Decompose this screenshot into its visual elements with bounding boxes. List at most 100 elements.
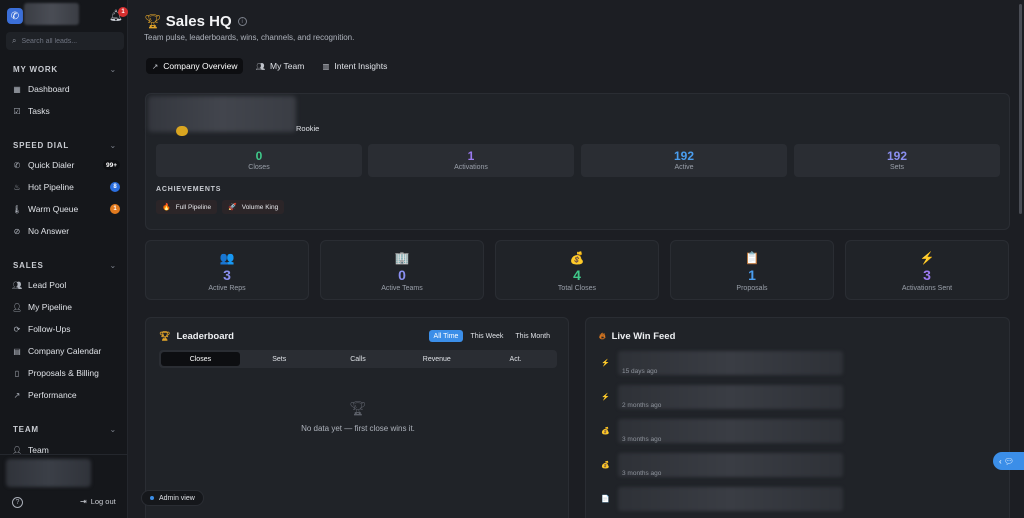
logout-button[interactable]: ⇥ Log out xyxy=(80,497,116,506)
thermometer-icon: 🌡︎ xyxy=(12,204,23,214)
current-user-blurred[interactable] xyxy=(6,459,91,487)
refresh-icon: ⟳ xyxy=(13,324,21,334)
metric-label: Activations Sent xyxy=(901,285,953,292)
phone-off-icon: ⊘ xyxy=(13,226,21,236)
sidebar-item-label: Company Calendar xyxy=(28,346,102,356)
sidebar-item-label: My Pipeline xyxy=(28,302,72,312)
calendar-icon: ▤ xyxy=(13,346,21,356)
stat-closes: 0 Closes xyxy=(156,144,362,177)
page-header: 🏆︎ Sales HQ i xyxy=(144,13,247,30)
logout-icon: ⇥ xyxy=(80,497,87,506)
metric-label: Active Teams xyxy=(381,285,423,292)
sidebar-item-team[interactable]: 👤︎ Team xyxy=(12,442,120,458)
metric-value: 3 xyxy=(223,267,231,283)
feed-title: Live Win Feed xyxy=(611,331,676,342)
sidebar-header: ✆ 🔔︎ 1 xyxy=(6,3,128,27)
page-title: Sales HQ xyxy=(165,13,232,30)
sidebar-item-follow-ups[interactable]: ⟳ Follow-Ups xyxy=(12,321,120,337)
avatar xyxy=(176,126,188,136)
tab-my-team[interactable]: 👥︎ My Team xyxy=(249,58,310,74)
tab-company-overview[interactable]: ↗ Company Overview xyxy=(146,58,244,74)
feed-item[interactable]: ⚡ 2 months ago xyxy=(601,385,843,413)
users-icon: 👥 xyxy=(219,251,235,265)
feed-item[interactable]: ⚡ 15 days ago xyxy=(601,351,843,379)
range-tab-this-week[interactable]: This Week xyxy=(465,330,508,342)
chevron-down-icon: ⌄ xyxy=(109,140,117,150)
users-icon: 👥︎ xyxy=(255,61,265,71)
tab-act[interactable]: Act. xyxy=(476,352,555,366)
tab-revenue[interactable]: Revenue xyxy=(397,352,476,366)
notification-badge: 1 xyxy=(118,7,128,17)
stat-value: 0 xyxy=(255,149,263,163)
stat-active: 192 Active xyxy=(581,144,787,177)
stat-sets: 192 Sets xyxy=(794,144,1000,177)
chevron-down-icon: ⌄ xyxy=(109,64,117,74)
feed-item-time: 15 days ago xyxy=(622,368,658,375)
achievement-chip[interactable]: 🚀 Volume King xyxy=(222,200,285,214)
metric-card-active-teams: 🏢 0 Active Teams xyxy=(320,240,484,300)
sidebar-item-company-calendar[interactable]: ▤ Company Calendar xyxy=(12,343,120,359)
feed-item-content-blurred xyxy=(618,487,843,511)
sidebar-item-label: Warm Queue xyxy=(28,204,79,214)
section-speed-dial[interactable]: SPEED DIAL ⌄ xyxy=(13,139,117,151)
scrollbar[interactable] xyxy=(1017,0,1024,230)
tab-label: Company Overview xyxy=(163,61,238,71)
sidebar-item-proposals-billing[interactable]: ▯ Proposals & Billing xyxy=(12,365,120,381)
chat-widget-button[interactable]: ‹ 💬︎ xyxy=(993,452,1024,470)
empty-state-text: No data yet — first close wins it. xyxy=(301,424,415,433)
section-team[interactable]: TEAM ⌄ xyxy=(13,423,117,435)
sidebar-item-dashboard[interactable]: ▦ Dashboard xyxy=(12,81,120,97)
metric-value: 1 xyxy=(748,267,756,283)
metric-card-activations-sent: ⚡ 3 Activations Sent xyxy=(845,240,1009,300)
feed-item[interactable]: 📄 xyxy=(601,487,843,515)
sidebar-item-warm-queue[interactable]: 🌡︎ Warm Queue 1 xyxy=(12,201,120,217)
checkbox-icon: ☑ xyxy=(13,106,21,116)
search-bar[interactable]: ⌕ xyxy=(6,32,124,50)
feed-item[interactable]: 💰 3 months ago xyxy=(601,453,843,481)
sidebar-item-quick-dialer[interactable]: ✆ Quick Dialer 99+ xyxy=(12,157,120,173)
info-icon[interactable]: i xyxy=(237,17,247,26)
tab-calls[interactable]: Calls xyxy=(319,352,398,366)
feed-item[interactable]: 💰 3 months ago xyxy=(601,419,843,447)
sidebar-item-label: Follow-Ups xyxy=(28,324,71,334)
stat-activations: 1 Activations xyxy=(368,144,574,177)
trend-icon: ↗ xyxy=(13,390,21,400)
chat-bubble-icon: ‹ 💬︎ xyxy=(999,456,1015,466)
range-tabs: All Time This Week This Month xyxy=(428,330,555,342)
tab-closes[interactable]: Closes xyxy=(161,352,240,366)
help-icon[interactable]: ? xyxy=(12,497,23,508)
feed-item-time: 3 months ago xyxy=(622,470,662,477)
range-tab-this-month[interactable]: This Month xyxy=(510,330,555,342)
sidebar-item-performance[interactable]: ↗ Performance xyxy=(12,387,120,403)
section-sales[interactable]: SALES ⌄ xyxy=(13,259,117,271)
sidebar-item-label: Performance xyxy=(28,390,77,400)
sidebar-item-label: Tasks xyxy=(28,106,50,116)
leaderboard-card: 🏆︎ Leaderboard All Time This Week This M… xyxy=(145,317,569,518)
document-icon: 📄 xyxy=(601,496,610,503)
count-badge: 99+ xyxy=(102,160,120,170)
section-my-work[interactable]: MY WORK ⌄ xyxy=(13,63,117,75)
sidebar-item-lead-pool[interactable]: 👥︎ Lead Pool xyxy=(12,277,120,293)
sidebar-item-no-answer[interactable]: ⊘ No Answer xyxy=(12,223,120,239)
tab-sets[interactable]: Sets xyxy=(240,352,319,366)
search-input[interactable] xyxy=(21,37,117,45)
sidebar-item-hot-pipeline[interactable]: ♨ Hot Pipeline 8 xyxy=(12,179,120,195)
main-content: 🏆︎ Sales HQ i Team pulse, leaderboards, … xyxy=(128,0,1024,518)
flame-icon: ♨ xyxy=(13,182,21,192)
chevron-down-icon: ⌄ xyxy=(109,424,117,434)
achievement-label: Volume King xyxy=(241,203,279,211)
phone-logo-icon[interactable]: ✆ xyxy=(7,8,23,24)
sidebar-divider xyxy=(0,454,128,455)
sidebar-item-my-pipeline[interactable]: 👤︎ My Pipeline xyxy=(12,299,120,315)
tab-intent-insights[interactable]: ▥ Intent Insights xyxy=(316,58,393,74)
scrollbar-thumb[interactable] xyxy=(1019,4,1022,214)
bolt-icon: ⚡ xyxy=(601,394,610,401)
stat-label: Active xyxy=(674,164,694,171)
sidebar-item-tasks[interactable]: ☑ Tasks xyxy=(12,103,120,119)
range-tab-all-time[interactable]: All Time xyxy=(428,330,464,342)
users-icon: 👥︎ xyxy=(12,280,23,290)
tab-label: My Team xyxy=(270,61,305,71)
count-badge: 8 xyxy=(110,182,120,192)
admin-view-toggle[interactable]: Admin view xyxy=(141,490,204,506)
achievement-chip[interactable]: 🔥 Full Pipeline xyxy=(156,200,218,214)
